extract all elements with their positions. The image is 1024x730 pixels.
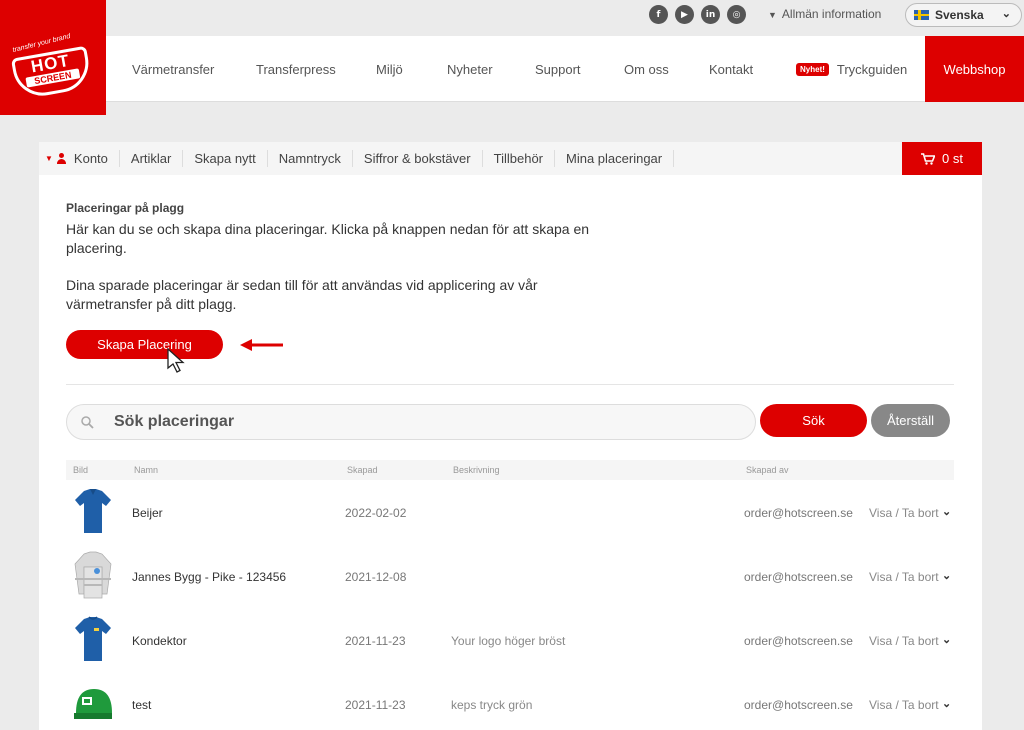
subnav-item-namntryck[interactable]: Namntryck — [268, 150, 353, 167]
arrow-left-icon — [240, 339, 283, 351]
search-placeholder: Sök placeringar — [114, 413, 235, 430]
chevron-down-icon[interactable]: ⌄ — [942, 633, 951, 646]
user-icon — [56, 153, 67, 164]
row-created: 2021-12-08 — [345, 570, 407, 584]
facebook-icon[interactable]: f — [649, 5, 668, 24]
row-created-by: order@hotscreen.se — [744, 698, 853, 712]
nav-item-miljo[interactable]: Miljö — [376, 62, 403, 77]
nav-item-nyheter[interactable]: Nyheter — [447, 62, 493, 77]
create-placement-button[interactable]: Skapa Placering — [66, 330, 223, 359]
info-paragraph: Dina sparade placeringar är sedan till f… — [66, 277, 538, 312]
tryckguiden-label: Tryckguiden — [836, 61, 908, 77]
row-name: Jannes Bygg - Pike - 123456 — [132, 570, 287, 584]
nav-item-tryckguiden[interactable]: Nyhet! Tryckguiden — [796, 62, 907, 77]
row-view-delete-link[interactable]: Visa / Ta bort — [869, 634, 939, 648]
cart-button[interactable]: 0 st — [902, 142, 982, 175]
row-view-delete-link[interactable]: Visa / Ta bort — [869, 506, 939, 520]
subnav-item-artiklar[interactable]: Artiklar — [120, 150, 184, 167]
nav-item-kontakt[interactable]: Kontakt — [709, 62, 753, 77]
general-info-label: Allmän information — [781, 7, 882, 21]
row-name: Kondektor — [132, 634, 187, 648]
table-row: Kondektor 2021-11-23 Your logo höger brö… — [66, 610, 954, 674]
content-panel: ▼ Konto Artiklar Skapa nytt Namntryck Si… — [39, 142, 982, 730]
account-subnav: ▼ Konto Artiklar Skapa nytt Namntryck Si… — [39, 142, 982, 175]
intro-paragraph: Här kan du se och skapa dina placeringar… — [66, 221, 590, 256]
grey-hivis-jacket-icon[interactable] — [70, 549, 116, 603]
linkedin-icon[interactable]: in — [701, 5, 720, 24]
chevron-down-icon[interactable]: ⌄ — [942, 697, 951, 710]
subnav-konto-label: Konto — [73, 151, 108, 166]
youtube-icon[interactable]: ▶ — [675, 5, 694, 24]
language-label: Svenska — [935, 8, 984, 22]
webbshop-button[interactable]: Webbshop — [925, 36, 1024, 102]
nav-item-om-oss[interactable]: Om oss — [624, 62, 669, 77]
row-name: test — [132, 698, 152, 712]
subnav-item-konto[interactable]: ▼ Konto — [39, 150, 120, 167]
subnav-item-mina-placeringar[interactable]: Mina placeringar — [555, 150, 675, 167]
row-created: 2022-02-02 — [345, 506, 407, 520]
chevron-down-icon[interactable]: ⌄ — [942, 505, 951, 518]
hotscreen-logo[interactable]: transfer your brand HOT SCREEN — [0, 0, 106, 115]
swedish-flag-icon — [914, 10, 929, 20]
search-button[interactable]: Sök — [760, 404, 867, 437]
row-view-delete-link[interactable]: Visa / Ta bort — [869, 698, 939, 712]
row-created-by: order@hotscreen.se — [744, 634, 853, 648]
row-view-delete-link[interactable]: Visa / Ta bort — [869, 570, 939, 584]
nav-item-support[interactable]: Support — [535, 62, 581, 77]
row-description: keps tryck grön — [451, 698, 533, 712]
chevron-down-icon: ▼ — [45, 154, 53, 163]
row-created-by: order@hotscreen.se — [744, 570, 853, 584]
nav-item-transferpress[interactable]: Transferpress — [256, 62, 336, 77]
search-icon — [81, 415, 94, 429]
main-header: Värmetransfer Transferpress Miljö Nyhete… — [0, 36, 1024, 102]
social-links: f ▶ in ◎ — [649, 5, 746, 24]
search-input[interactable]: Sök placeringar — [66, 404, 756, 440]
column-header-description: Beskrivning — [453, 465, 500, 475]
subnav-item-skapa-nytt[interactable]: Skapa nytt — [183, 150, 268, 167]
column-header-created-by: Skapad av — [746, 465, 789, 475]
row-created-by: order@hotscreen.se — [744, 506, 853, 520]
column-header-image: Bild — [73, 465, 89, 475]
table-row: Jannes Bygg - Pike - 123456 2021-12-08 o… — [66, 546, 954, 610]
instagram-icon[interactable]: ◎ — [727, 5, 746, 24]
green-cap-icon[interactable] — [70, 677, 116, 730]
blue-tshirt-icon[interactable] — [70, 613, 116, 667]
general-info-link[interactable]: ▼ Allmän information — [768, 7, 881, 21]
row-name: Beijer — [132, 506, 163, 520]
caret-down-icon: ▼ — [768, 10, 777, 20]
table-header: Bild Namn Skapad Beskrivning Skapad av — [66, 460, 954, 480]
column-header-created: Skapad — [347, 465, 378, 475]
chevron-down-icon[interactable]: ⌄ — [942, 569, 951, 582]
table-row: Beijer 2022-02-02 order@hotscreen.se Vis… — [66, 482, 954, 546]
row-description: Your logo höger bröst — [451, 634, 566, 648]
new-badge: Nyhet! — [796, 62, 829, 76]
table-row: test 2021-11-23 keps tryck grön order@ho… — [66, 674, 954, 730]
blue-polo-icon[interactable] — [70, 485, 116, 539]
language-select[interactable]: Svenska ⌄ — [905, 3, 1022, 27]
column-header-name: Namn — [134, 465, 159, 475]
row-created: 2021-11-23 — [345, 698, 406, 712]
row-created: 2021-11-23 — [345, 634, 406, 648]
mouse-cursor-icon — [167, 348, 185, 373]
subnav-item-siffror[interactable]: Siffror & bokstäver — [353, 150, 483, 167]
chevron-down-icon: ⌄ — [1001, 8, 1011, 20]
section-title: Placeringar på plagg — [66, 201, 185, 215]
cart-icon — [921, 152, 936, 165]
nav-item-varmetransfer[interactable]: Värmetransfer — [132, 62, 214, 77]
logo-mark: HOT SCREEN — [10, 45, 94, 101]
cart-count: 0 st — [942, 151, 963, 166]
section-divider — [66, 384, 954, 385]
reset-button[interactable]: Återställ — [871, 404, 950, 437]
top-utility-bar: f ▶ in ◎ ▼ Allmän information Svenska ⌄ — [0, 0, 1024, 36]
subnav-item-tillbehor[interactable]: Tillbehör — [483, 150, 555, 167]
